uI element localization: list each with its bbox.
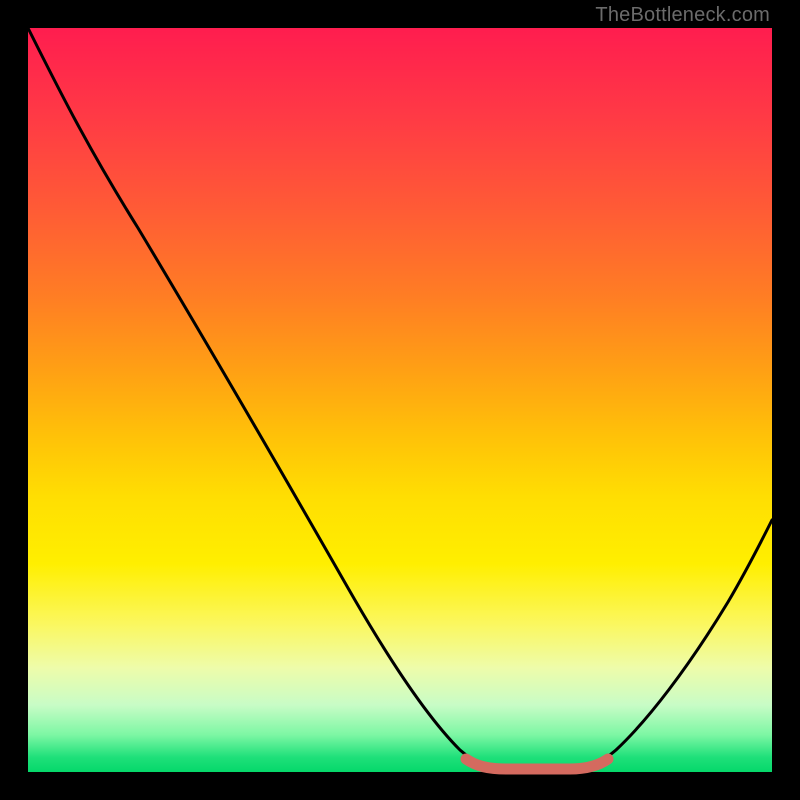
watermark-text: TheBottleneck.com [595, 4, 770, 27]
red-flat-segment [466, 759, 608, 769]
chart-frame [28, 28, 772, 772]
chart-svg [28, 28, 772, 772]
black-curve [28, 28, 772, 768]
